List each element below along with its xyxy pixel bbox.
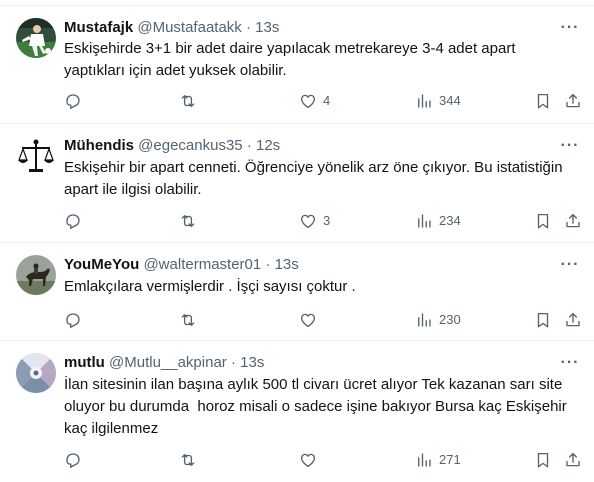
- more-options-button[interactable]: ···: [558, 138, 582, 159]
- like-button[interactable]: 4: [299, 91, 330, 111]
- user-handle[interactable]: @waltermaster01: [143, 256, 261, 273]
- display-name[interactable]: Mustafajk: [64, 19, 133, 36]
- retweet-icon: [181, 215, 195, 227]
- tweet[interactable]: Mühendis @egecankus35 · 12s ··· Eskişehi…: [0, 124, 594, 243]
- tweet-header: mutlu @Mutlu__akpinar · 13s: [64, 353, 554, 373]
- display-name[interactable]: Mühendis: [64, 137, 134, 154]
- timestamp[interactable]: 13s: [240, 354, 264, 371]
- user-handle[interactable]: @Mustafaatakk: [137, 19, 241, 36]
- display-name[interactable]: mutlu: [64, 354, 105, 371]
- heart-icon: [300, 453, 316, 468]
- share-icon: [566, 452, 580, 467]
- views-button[interactable]: 271: [415, 450, 461, 470]
- bookmark-icon: [537, 213, 549, 229]
- reply-icon: [66, 94, 80, 110]
- tweet-text: Eskişehir bir apart cenneti. Öğrenciye y…: [64, 159, 563, 198]
- share-icon: [566, 312, 580, 327]
- analytics-icon: [418, 214, 431, 228]
- view-count: 271: [439, 452, 461, 467]
- tweet[interactable]: YouMeYou @waltermaster01 · 13s ··· Emlak…: [0, 243, 594, 341]
- view-count: 230: [439, 312, 461, 327]
- more-options-button[interactable]: ···: [558, 257, 582, 278]
- avatar[interactable]: [16, 18, 56, 58]
- like-button[interactable]: [299, 310, 323, 330]
- separator-dot: ·: [265, 256, 271, 273]
- like-button[interactable]: 3: [299, 211, 330, 231]
- share-button[interactable]: [564, 450, 582, 470]
- action-bar: 271: [64, 450, 582, 470]
- share-button[interactable]: [564, 211, 582, 231]
- separator-dot: ·: [246, 137, 252, 154]
- timestamp[interactable]: 13s: [255, 19, 279, 36]
- tweet-header: Mustafajk @Mustafaatakk · 13s: [64, 18, 554, 38]
- views-button[interactable]: 230: [415, 310, 461, 330]
- display-name[interactable]: YouMeYou: [64, 256, 139, 273]
- bookmark-button[interactable]: [534, 91, 552, 111]
- analytics-icon: [418, 94, 431, 108]
- bookmark-button[interactable]: [534, 450, 552, 470]
- user-handle[interactable]: @Mutlu__akpinar: [109, 354, 227, 371]
- like-button[interactable]: [299, 450, 323, 470]
- share-button[interactable]: [564, 91, 582, 111]
- more-options-button[interactable]: ···: [558, 355, 582, 376]
- tweet-text: Eskişehirde 3+1 bir adet daire yapılacak…: [64, 40, 516, 79]
- separator-dot: ·: [245, 19, 251, 36]
- reply-icon: [66, 453, 80, 469]
- heart-icon: [300, 313, 316, 328]
- tweet[interactable]: Mustafajk @Mustafaatakk · 13s ··· Eskişe…: [0, 6, 594, 124]
- timestamp[interactable]: 12s: [256, 137, 280, 154]
- share-icon: [566, 213, 580, 228]
- tweet-header: YouMeYou @waltermaster01 · 13s: [64, 255, 554, 275]
- reply-button[interactable]: [64, 450, 88, 470]
- avatar[interactable]: [16, 136, 56, 176]
- timestamp[interactable]: 13s: [275, 256, 299, 273]
- retweet-button[interactable]: [179, 310, 203, 330]
- tweet-text: Emlakçılara vermişlerdir . İşçi sayısı ç…: [64, 278, 356, 295]
- action-bar: 4 344: [64, 91, 582, 111]
- reply-icon: [66, 214, 80, 230]
- reply-icon: [66, 313, 80, 329]
- heart-icon: [300, 94, 316, 109]
- view-count: 234: [439, 213, 461, 228]
- analytics-icon: [418, 313, 431, 327]
- action-bar: 3 234: [64, 211, 582, 231]
- views-button[interactable]: 234: [415, 211, 461, 231]
- tweet-text: İlan sitesinin ilan başına aylık 500 tl …: [64, 376, 567, 437]
- retweet-button[interactable]: [179, 450, 203, 470]
- reply-button[interactable]: [64, 211, 88, 231]
- tweet[interactable]: mutlu @Mutlu__akpinar · 13s ··· İlan sit…: [0, 341, 594, 482]
- retweet-icon: [181, 454, 195, 466]
- reply-feed: Mustafajk @Mustafaatakk · 13s ··· Eskişe…: [0, 0, 594, 482]
- retweet-button[interactable]: [179, 91, 203, 111]
- bookmark-icon: [537, 312, 549, 328]
- bookmark-icon: [537, 93, 549, 109]
- user-handle[interactable]: @egecankus35: [138, 137, 242, 154]
- avatar[interactable]: [16, 255, 56, 295]
- bookmark-button[interactable]: [534, 310, 552, 330]
- separator-dot: ·: [230, 354, 236, 371]
- reply-button[interactable]: [64, 310, 88, 330]
- bookmark-icon: [537, 452, 549, 468]
- heart-icon: [300, 214, 316, 229]
- like-count: 4: [323, 93, 331, 108]
- share-icon: [566, 93, 580, 108]
- like-count: 3: [323, 213, 331, 228]
- retweet-icon: [181, 314, 195, 326]
- tweet-header: Mühendis @egecankus35 · 12s: [64, 136, 554, 156]
- action-bar: 230: [64, 310, 582, 330]
- bookmark-button[interactable]: [534, 211, 552, 231]
- reply-button[interactable]: [64, 91, 88, 111]
- retweet-icon: [181, 95, 195, 107]
- share-button[interactable]: [564, 310, 582, 330]
- view-count: 344: [439, 93, 461, 108]
- retweet-button[interactable]: [179, 211, 203, 231]
- analytics-icon: [418, 453, 431, 467]
- avatar[interactable]: [16, 353, 56, 393]
- views-button[interactable]: 344: [415, 91, 461, 111]
